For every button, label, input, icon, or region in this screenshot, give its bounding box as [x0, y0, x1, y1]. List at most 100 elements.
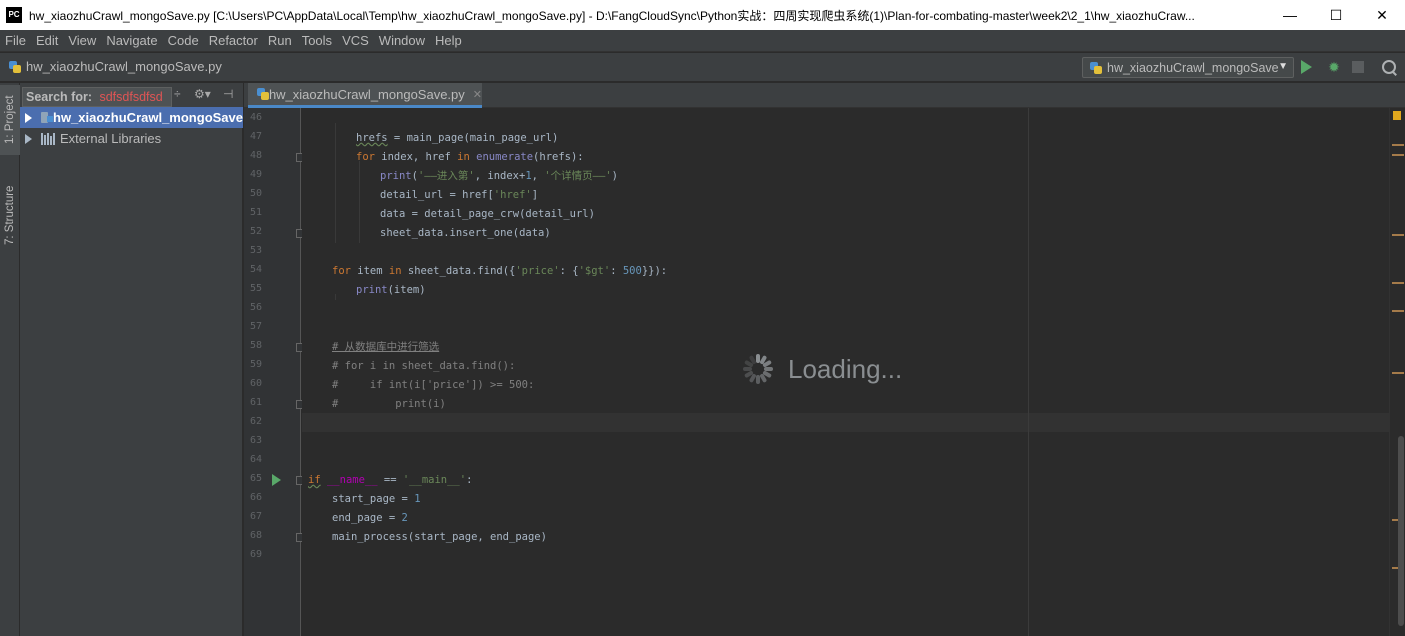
tab-label: hw_xiaozhuCrawl_mongoSave.py — [268, 86, 465, 102]
tree-item-label: hw_xiaozhuCrawl_mongoSave — [53, 110, 243, 125]
line-number: 64 — [249, 454, 262, 465]
tab-project[interactable]: 1: Project — [0, 85, 20, 155]
editor-gutter: 46 47 48 49 50 51 52 53 54 55 56 57 58 5… — [244, 108, 305, 636]
run-configuration-select[interactable]: hw_xiaozhuCrawl_mongoSave ▼ — [1082, 57, 1294, 78]
tree-item-label: External Libraries — [60, 131, 162, 146]
menu-bar: File Edit View Navigate Code Refactor Ru… — [0, 30, 1405, 52]
menu-tools[interactable]: Tools — [297, 30, 337, 52]
line-number: 50 — [249, 188, 262, 199]
search-label: Search for: — [26, 90, 92, 104]
code-line: # print(i) — [332, 398, 446, 410]
line-number: 49 — [249, 169, 262, 180]
editor-tab-bar: hw_xiaozhuCrawl_mongoSave.py ✕ — [244, 83, 1405, 108]
chevron-down-icon: ▼ — [1278, 61, 1288, 72]
line-number: 57 — [249, 321, 262, 332]
line-number: 55 — [249, 283, 262, 294]
python-file-icon — [8, 60, 22, 74]
hide-icon[interactable]: ⊣ — [223, 87, 233, 101]
expand-arrow-icon[interactable] — [25, 112, 32, 123]
code-line: start_page = 1 — [332, 493, 421, 505]
current-line-highlight — [302, 413, 1389, 432]
run-gutter-icon[interactable] — [272, 474, 281, 486]
code-line: data = detail_page_crw(detail_url) — [380, 208, 595, 220]
folder-icon — [41, 112, 53, 123]
indent-guide — [359, 161, 360, 243]
stop-icon[interactable] — [1352, 61, 1364, 73]
menu-edit[interactable]: Edit — [31, 30, 63, 52]
project-panel-header: Search for: sdfsdfsdfsd ÷ ⚙▾ ⊣ — [20, 83, 243, 107]
line-number: 68 — [249, 530, 262, 541]
menu-help[interactable]: Help — [430, 30, 467, 52]
code-line: for index, href in enumerate(hrefs): — [356, 151, 584, 163]
line-number: 63 — [249, 435, 262, 446]
menu-file[interactable]: File — [0, 30, 31, 52]
code-line: if __name__ == '__main__': — [308, 474, 473, 486]
code-line: print('——进入第', index+1, '个详情页——') — [380, 170, 618, 182]
vertical-scrollbar[interactable] — [1398, 436, 1404, 626]
tool-window-strip: 1: Project 7: Structure — [0, 83, 20, 636]
collapse-icon[interactable]: ÷ — [174, 87, 181, 101]
menu-navigate[interactable]: Navigate — [101, 30, 162, 52]
error-stripe[interactable] — [1389, 108, 1405, 636]
indent-guide — [335, 123, 336, 243]
debug-icon[interactable]: ✹ — [1326, 59, 1342, 75]
line-number: 66 — [249, 492, 262, 503]
speed-search-popup[interactable]: Search for: sdfsdfsdfsd — [22, 87, 172, 107]
stripe-marker[interactable] — [1392, 154, 1404, 156]
stripe-marker[interactable] — [1392, 282, 1404, 284]
spinner-icon — [742, 353, 774, 385]
code-line: for item in sheet_data.find({'price': {'… — [332, 265, 668, 277]
stripe-marker[interactable] — [1392, 144, 1404, 146]
close-tab-icon[interactable]: ✕ — [473, 88, 482, 101]
line-number: 51 — [249, 207, 262, 218]
menu-view[interactable]: View — [63, 30, 101, 52]
expand-arrow-icon[interactable] — [25, 133, 32, 144]
code-line: hrefs = main_page(main_page_url) — [356, 132, 559, 144]
tab-hw-xiaozhucrawl-mongosave[interactable]: hw_xiaozhuCrawl_mongoSave.py ✕ — [248, 83, 482, 108]
tree-item-project-root[interactable]: hw_xiaozhuCrawl_mongoSave — [20, 107, 243, 128]
line-number: 58 — [249, 340, 262, 351]
code-line: print(item) — [356, 284, 426, 296]
code-line: # for i in sheet_data.find(): — [332, 360, 516, 372]
pycharm-logo-icon: PC — [6, 7, 22, 23]
run-configuration-label: hw_xiaozhuCrawl_mongoSave — [1107, 60, 1279, 75]
stripe-marker[interactable] — [1392, 372, 1404, 374]
title-bar: PC hw_xiaozhuCrawl_mongoSave.py [C:\User… — [0, 0, 1405, 30]
line-number: 62 — [249, 416, 262, 427]
python-file-icon — [1089, 61, 1103, 75]
menu-vcs[interactable]: VCS — [337, 30, 374, 52]
tab-structure[interactable]: 7: Structure — [0, 175, 20, 255]
minimize-button[interactable]: — — [1267, 0, 1313, 30]
line-number: 47 — [249, 131, 262, 142]
line-number: 52 — [249, 226, 262, 237]
code-editor[interactable]: hrefs = main_page(main_page_url) for ind… — [302, 108, 1389, 636]
breadcrumb[interactable]: hw_xiaozhuCrawl_mongoSave.py — [8, 59, 222, 74]
search-query: sdfsdfsdfsd — [99, 90, 163, 104]
stripe-marker[interactable] — [1392, 234, 1404, 236]
line-number: 54 — [249, 264, 262, 275]
line-number: 46 — [249, 112, 262, 123]
loading-indicator: Loading... — [742, 353, 902, 385]
menu-code[interactable]: Code — [163, 30, 204, 52]
indent-guide — [335, 294, 336, 300]
gear-icon[interactable]: ⚙▾ — [194, 87, 211, 101]
run-icon[interactable] — [1301, 60, 1312, 74]
navigation-bar: hw_xiaozhuCrawl_mongoSave.py hw_xiaozhuC… — [0, 53, 1405, 82]
close-button[interactable]: ✕ — [1359, 0, 1405, 30]
line-number: 69 — [249, 549, 262, 560]
warning-indicator-icon[interactable] — [1393, 111, 1401, 120]
menu-window[interactable]: Window — [374, 30, 430, 52]
stripe-marker[interactable] — [1392, 310, 1404, 312]
code-line: end_page = 2 — [332, 512, 408, 524]
right-margin-guide — [1028, 108, 1029, 636]
code-line: # 从数据库中进行筛选 — [332, 341, 440, 353]
line-number: 61 — [249, 397, 262, 408]
menu-refactor[interactable]: Refactor — [204, 30, 263, 52]
tree-item-external-libraries[interactable]: External Libraries — [20, 128, 243, 149]
breadcrumb-label: hw_xiaozhuCrawl_mongoSave.py — [26, 59, 222, 74]
maximize-button[interactable]: ☐ — [1313, 0, 1359, 30]
python-file-icon — [256, 87, 269, 101]
library-icon — [41, 132, 55, 145]
menu-run[interactable]: Run — [263, 30, 297, 52]
search-icon[interactable] — [1381, 59, 1399, 77]
